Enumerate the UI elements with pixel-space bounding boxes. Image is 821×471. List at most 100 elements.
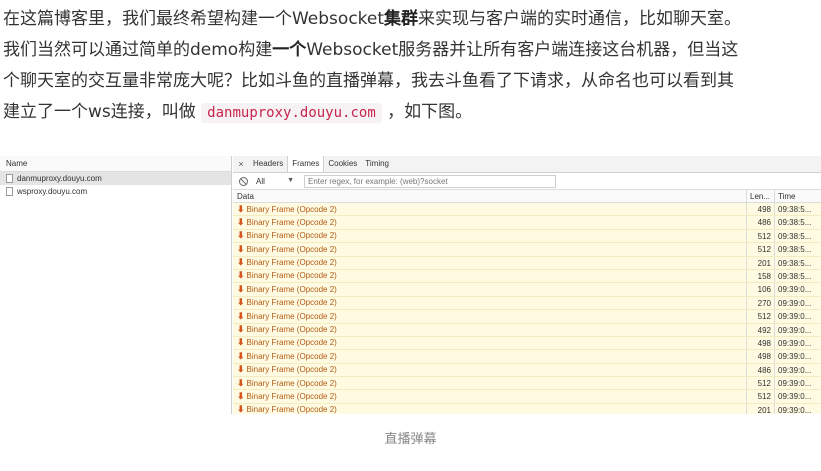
table-row[interactable]: ⬇ Binary Frame (Opcode 2) 512 09:38:5... [233, 243, 821, 257]
frame-data: Binary Frame (Opcode 2) [246, 204, 337, 214]
length-column-header[interactable]: Len... [747, 190, 775, 202]
frame-length: 498 [747, 350, 775, 363]
frame-data: Binary Frame (Opcode 2) [246, 258, 337, 268]
down-arrow-icon: ⬇ [237, 390, 245, 401]
frame-length: 512 [747, 243, 775, 256]
table-row[interactable]: ⬇ Binary Frame (Opcode 2) 498 09:39:0... [233, 350, 821, 364]
tab-timing[interactable]: Timing [361, 156, 393, 172]
line4-text-a: 建立了一个ws连接，叫做 [3, 102, 202, 122]
frame-time: 09:39:0... [778, 352, 812, 362]
line1-text-c: 来实现与客户端的实时通信，比如聊天室。 [418, 9, 742, 29]
frame-time: 09:39:0... [778, 405, 812, 414]
time-column-header[interactable]: Time [775, 190, 821, 202]
frame-time: 09:39:0... [778, 285, 812, 295]
tab-headers[interactable]: Headers [249, 156, 287, 172]
table-row[interactable]: ⬇ Binary Frame (Opcode 2) 486 09:38:5... [233, 216, 821, 230]
frame-time: 09:39:0... [778, 325, 812, 335]
clear-block-icon[interactable] [239, 176, 248, 186]
frame-length: 158 [747, 269, 775, 283]
down-arrow-icon: ⬇ [237, 270, 245, 281]
table-row[interactable]: ⬇ Binary Frame (Opcode 2) 201 09:39:0... [233, 403, 821, 414]
close-icon[interactable]: × [233, 156, 249, 172]
frame-length: 498 [747, 203, 775, 216]
frame-time: 09:38:5... [778, 231, 812, 241]
frame-length: 512 [747, 390, 775, 403]
frame-length: 486 [747, 216, 775, 229]
tab-frames[interactable]: Frames [287, 156, 325, 172]
line1-text-a: 在这篇博客里，我们最终希望构建一个Websocket [3, 9, 385, 29]
frame-data: Binary Frame (Opcode 2) [246, 338, 337, 348]
down-arrow-icon: ⬇ [237, 404, 245, 414]
table-row[interactable]: ⬇ Binary Frame (Opcode 2) 498 09:38:5... [233, 203, 821, 217]
devtools-screenshot: Name danmuproxy.douyu.com wsproxy.douyu.… [0, 156, 821, 414]
frame-type-select[interactable]: All ▼ [256, 177, 300, 186]
down-arrow-icon: ⬇ [237, 350, 245, 361]
table-row[interactable]: ⬇ Binary Frame (Opcode 2) 512 09:39:0... [233, 390, 821, 404]
document-icon [6, 187, 13, 196]
frame-data: Binary Frame (Opcode 2) [246, 351, 337, 361]
request-name: wsproxy.douyu.com [17, 187, 88, 196]
image-caption: 直播弹幕 [384, 432, 437, 447]
frame-data: Binary Frame (Opcode 2) [246, 298, 337, 308]
regex-filter-input[interactable] [304, 174, 556, 188]
line3-text: 个聊天室的交互量非常庞大呢？比如斗鱼的直播弹幕，我去斗鱼看了下请求，从命名也可以… [3, 71, 734, 91]
down-arrow-icon: ⬇ [237, 364, 245, 375]
frame-data: Binary Frame (Opcode 2) [246, 271, 337, 281]
table-row[interactable]: ⬇ Binary Frame (Opcode 2) 492 09:39:0... [233, 323, 821, 337]
frame-length: 512 [747, 310, 775, 323]
frame-type-value: All [256, 176, 265, 186]
frame-length: 201 [747, 403, 775, 414]
frame-data: Binary Frame (Opcode 2) [246, 284, 337, 294]
article-line-4: 建立了一个ws连接，叫做 danmuproxy.douyu.com ，如下图。 [3, 97, 818, 128]
frame-length: 492 [747, 323, 775, 336]
table-row[interactable]: ⬇ Binary Frame (Opcode 2) 201 09:38:5... [233, 256, 821, 270]
down-arrow-icon: ⬇ [237, 257, 245, 268]
table-row[interactable]: ⬇ Binary Frame (Opcode 2) 512 09:39:0... [233, 310, 821, 324]
request-item-danmuproxy[interactable]: danmuproxy.douyu.com [0, 172, 231, 185]
name-column-header[interactable]: Name [0, 156, 231, 172]
down-arrow-icon: ⬇ [237, 337, 245, 348]
frame-length: 498 [747, 336, 775, 350]
frame-length: 512 [747, 229, 775, 243]
chevron-down-icon: ▼ [287, 176, 294, 184]
request-name: danmuproxy.douyu.com [17, 174, 102, 183]
down-arrow-icon: ⬇ [237, 230, 245, 241]
article-line-1: 在这篇博客里，我们最终希望构建一个Websocket集群来实现与客户端的实时通信… [3, 4, 818, 35]
frame-time: 09:38:5... [778, 245, 812, 255]
detail-tab-bar: × Headers Frames Cookies Timing [233, 156, 821, 173]
frame-data: Binary Frame (Opcode 2) [246, 231, 337, 241]
down-arrow-icon: ⬇ [237, 243, 245, 254]
frame-time: 09:39:0... [778, 392, 812, 402]
request-detail-panel: × Headers Frames Cookies Timing All ▼ Da… [233, 156, 821, 414]
inline-code: danmuproxy.douyu.com [201, 103, 382, 123]
table-row[interactable]: ⬇ Binary Frame (Opcode 2) 486 09:39:0... [233, 363, 821, 378]
network-request-list: Name danmuproxy.douyu.com wsproxy.douyu.… [0, 156, 232, 414]
table-row[interactable]: ⬇ Binary Frame (Opcode 2) 498 09:39:0... [233, 336, 821, 351]
request-item-wsproxy[interactable]: wsproxy.douyu.com [0, 185, 231, 198]
frame-data: Binary Frame (Opcode 2) [246, 405, 337, 414]
down-arrow-icon: ⬇ [237, 216, 245, 227]
table-row[interactable]: ⬇ Binary Frame (Opcode 2) 512 09:39:0... [233, 377, 821, 391]
frames-grid-body: ⬇ Binary Frame (Opcode 2) 498 09:38:5... ⬇ B… [233, 203, 821, 414]
down-arrow-icon: ⬇ [237, 310, 245, 321]
down-arrow-icon: ⬇ [237, 203, 245, 214]
data-column-header[interactable]: Data [233, 190, 747, 202]
line4-text-b: ，如下图。 [381, 102, 473, 122]
table-row[interactable]: ⬇ Binary Frame (Opcode 2) 512 09:38:5... [233, 229, 821, 244]
table-row[interactable]: ⬇ Binary Frame (Opcode 2) 106 09:39:0... [233, 283, 821, 297]
frame-time: 09:38:5... [778, 258, 812, 268]
line2-text-c: Websocket服务器并让所有客户端连接这台机器，但当这 [306, 40, 739, 60]
article-line-2: 我们当然可以通过简单的demo构建一个Websocket服务器并让所有客户端连接… [3, 35, 818, 66]
frame-time: 09:38:5... [778, 205, 812, 214]
line2-text-a: 我们当然可以通过简单的demo构建 [3, 40, 273, 60]
down-arrow-icon: ⬇ [237, 283, 245, 294]
line2-bold: 一个 [272, 40, 307, 60]
table-row[interactable]: ⬇ Binary Frame (Opcode 2) 270 09:39:0... [233, 296, 821, 311]
frame-data: Binary Frame (Opcode 2) [246, 391, 337, 401]
table-row[interactable]: ⬇ Binary Frame (Opcode 2) 158 09:38:5... [233, 269, 821, 284]
tab-cookies[interactable]: Cookies [324, 156, 361, 172]
frames-grid-header: Data Len... Time [233, 190, 821, 203]
frame-time: 09:39:0... [778, 365, 812, 375]
frame-time: 09:39:0... [778, 312, 812, 322]
down-arrow-icon: ⬇ [237, 297, 245, 308]
